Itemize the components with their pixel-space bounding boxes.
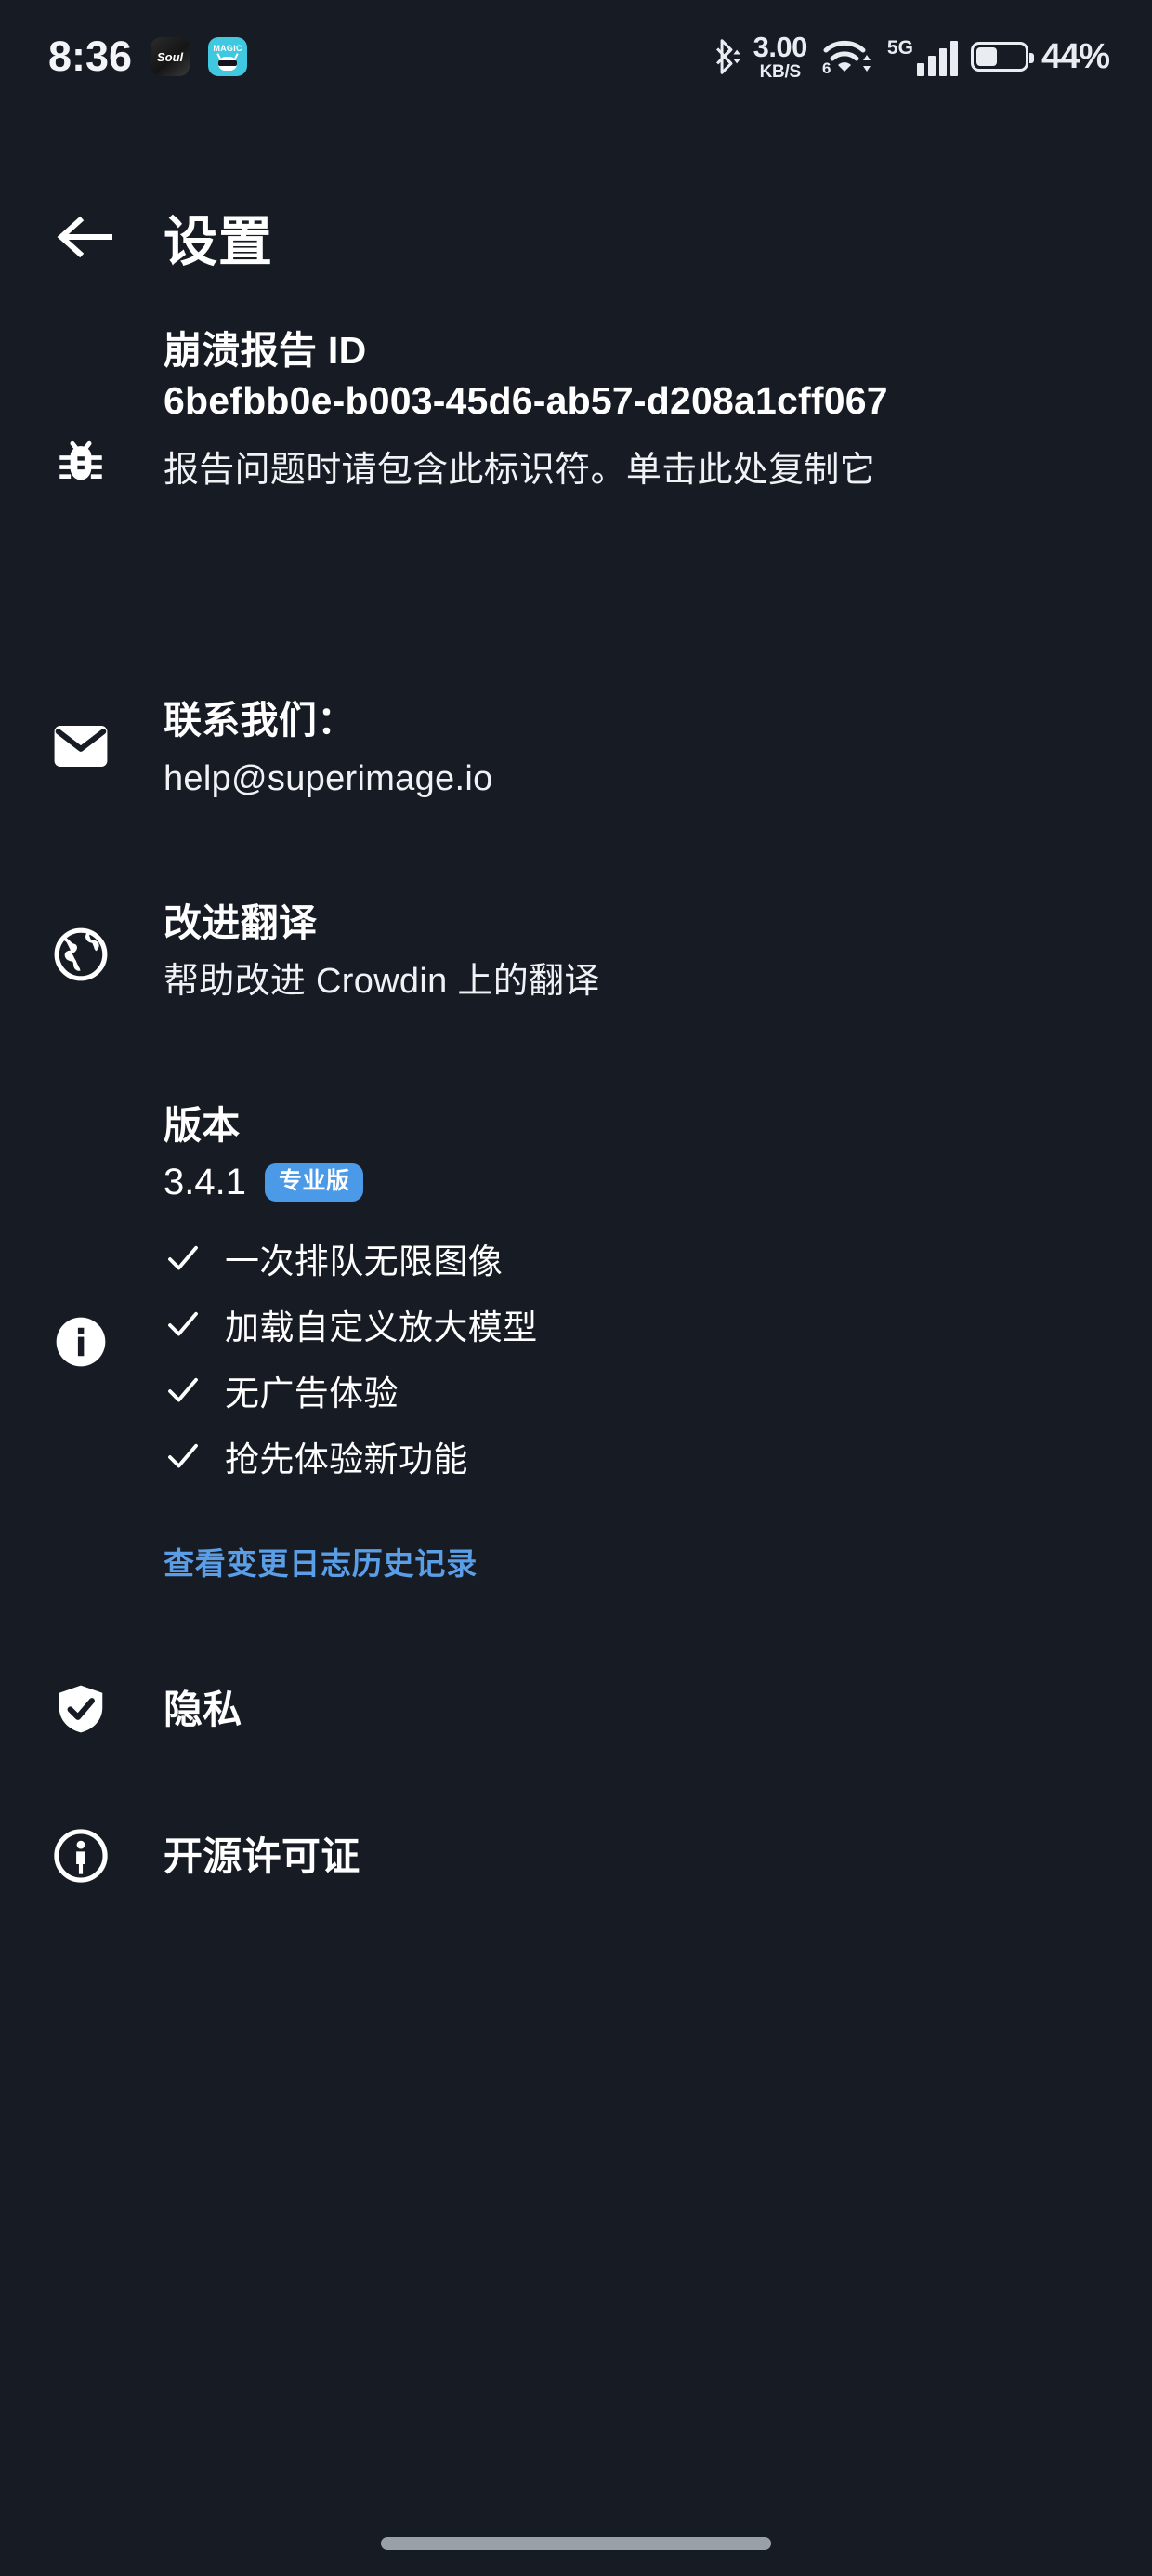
status-bar-right: 3.00 KB/S 6 5G 44% <box>713 31 1110 82</box>
network-speed-unit: KB/S <box>759 62 802 82</box>
changelog-link[interactable]: 查看变更日志历史记录 <box>164 1539 478 1584</box>
pro-feature-item: 抢先体验新功能 <box>164 1431 1098 1481</box>
status-bar-left: 8:36 Soul MAGIC <box>48 33 248 81</box>
mail-icon <box>52 695 164 769</box>
globe-icon <box>52 898 164 983</box>
soul-app-icon: Soul <box>151 37 190 76</box>
back-arrow-icon[interactable] <box>52 204 117 269</box>
privacy-title: 隐私 <box>164 1687 242 1731</box>
signal-bars-icon: 5G <box>887 37 958 76</box>
setting-item-contact[interactable]: 联系我们： help@superimage.io <box>0 695 1152 805</box>
version-line: 3.4.1 专业版 <box>164 1162 1098 1203</box>
page-title: 设置 <box>164 212 274 272</box>
mobile-network-label: 5G <box>886 37 913 59</box>
bug-icon <box>52 325 164 604</box>
translation-subtitle: 帮助改进 Crowdin 上的翻译 <box>164 962 600 1002</box>
signal-bars <box>916 41 958 76</box>
version-title: 版本 <box>164 1104 241 1148</box>
settings-list: 崩溃报告 ID 6befbb0e-b003-45d6-ab57-d208a1cf… <box>0 325 1152 1885</box>
magic-app-icon: MAGIC <box>208 37 248 76</box>
magic-app-icon-label: MAGIC <box>213 44 242 53</box>
crash-report-title: 崩溃报告 ID <box>164 329 367 372</box>
setting-item-version: 版本 3.4.1 专业版 一次排队无限图像 加载自定义放大模型 无广告体验 抢先… <box>0 1100 1152 1584</box>
wifi-6-icon: 6 <box>820 36 874 77</box>
home-indicator[interactable] <box>381 2537 771 2550</box>
app-bar: 设置 <box>0 172 1152 302</box>
status-clock: 8:36 <box>48 33 133 80</box>
check-icon <box>164 1239 203 1278</box>
licenses-body: 开源许可证 <box>164 1831 1098 1882</box>
pro-feature-label: 一次排队无限图像 <box>225 1242 504 1281</box>
pro-feature-label: 加载自定义放大模型 <box>225 1308 538 1347</box>
pro-feature-item: 无广告体验 <box>164 1365 1098 1415</box>
pro-feature-list: 一次排队无限图像 加载自定义放大模型 无广告体验 抢先体验新功能 <box>164 1233 1098 1481</box>
open-source-icon <box>52 1827 164 1885</box>
licenses-title: 开源许可证 <box>164 1833 360 1878</box>
crash-report-description: 报告问题时请包含此标识符。单击此处复制它 <box>164 451 876 491</box>
crash-report-id[interactable]: 6befbb0e-b003-45d6-ab57-d208a1cff067 <box>164 375 1098 426</box>
setting-item-crash-report[interactable]: 崩溃报告 ID 6befbb0e-b003-45d6-ab57-d208a1cf… <box>0 325 1152 604</box>
settings-screen: 8:36 Soul MAGIC 3.00 KB/S 6 5G 44% 设置 崩溃… <box>0 0 1152 2576</box>
version-body: 版本 3.4.1 专业版 一次排队无限图像 加载自定义放大模型 无广告体验 抢先… <box>164 1100 1098 1584</box>
setting-item-privacy[interactable]: 隐私 <box>0 1680 1152 1738</box>
pro-feature-item: 一次排队无限图像 <box>164 1233 1098 1283</box>
check-icon <box>164 1437 203 1476</box>
setting-item-licenses[interactable]: 开源许可证 <box>0 1827 1152 1885</box>
contact-email[interactable]: help@superimage.io <box>164 755 1098 805</box>
version-number: 3.4.1 <box>164 1162 246 1203</box>
pro-badge: 专业版 <box>264 1163 364 1203</box>
bluetooth-icon <box>713 37 740 76</box>
battery-percent: 44% <box>1041 36 1110 76</box>
translation-title: 改进翻译 <box>164 901 318 945</box>
info-circle-icon <box>52 1100 164 1584</box>
pro-feature-label: 抢先体验新功能 <box>225 1440 468 1479</box>
status-bar: 8:36 Soul MAGIC 3.00 KB/S 6 5G 44% <box>0 0 1152 113</box>
contact-title: 联系我们： <box>164 699 356 742</box>
setting-item-translation[interactable]: 改进翻译 帮助改进 Crowdin 上的翻译 <box>0 898 1152 1007</box>
network-speed-indicator: 3.00 KB/S <box>753 31 808 82</box>
crash-report-body: 崩溃报告 ID 6befbb0e-b003-45d6-ab57-d208a1cf… <box>164 325 1098 496</box>
translation-body: 改进翻译 帮助改进 Crowdin 上的翻译 <box>164 898 1098 1007</box>
network-speed-value: 3.00 <box>753 31 808 63</box>
soul-app-icon-label: Soul <box>156 49 184 64</box>
magic-mascot-icon <box>216 53 240 72</box>
check-icon <box>164 1371 203 1410</box>
check-icon <box>164 1305 203 1344</box>
shield-check-icon <box>52 1680 164 1738</box>
contact-body: 联系我们： help@superimage.io <box>164 695 1098 805</box>
pro-feature-label: 无广告体验 <box>225 1374 399 1413</box>
svg-text:6: 6 <box>822 59 831 77</box>
privacy-body: 隐私 <box>164 1684 1098 1735</box>
battery-icon <box>970 42 1034 72</box>
pro-feature-item: 加载自定义放大模型 <box>164 1299 1098 1349</box>
